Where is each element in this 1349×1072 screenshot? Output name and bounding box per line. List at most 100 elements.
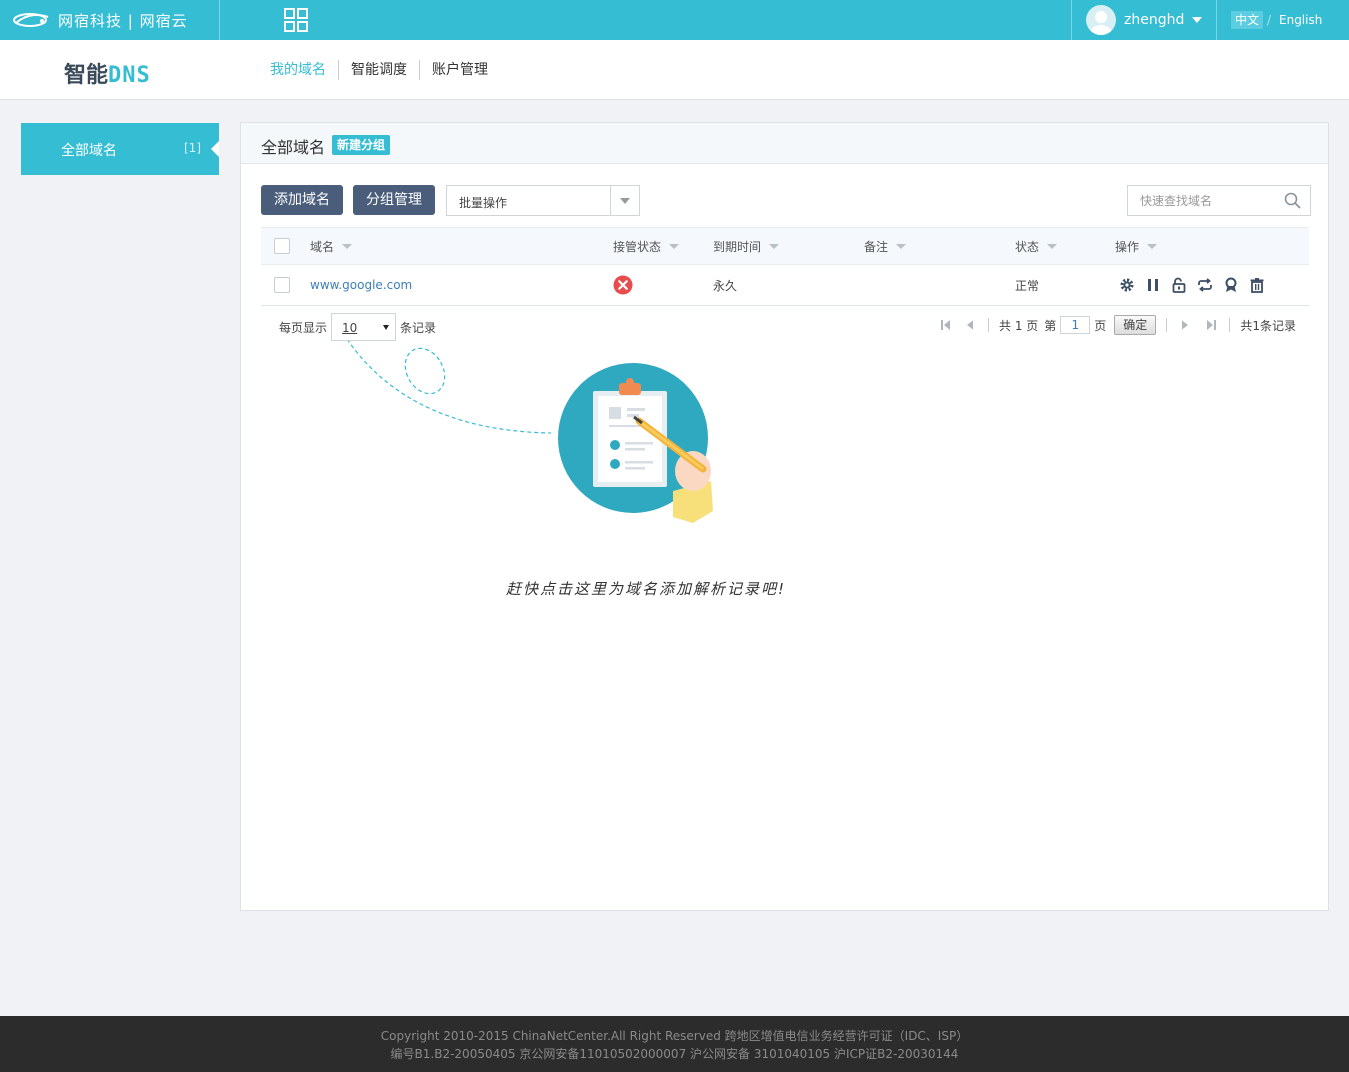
total-records: 共1条记录 xyxy=(1240,318,1296,333)
column-label: 操作 xyxy=(1115,239,1140,254)
column-label: 到期时间 xyxy=(713,239,762,254)
expire-cell: 永久 xyxy=(713,278,738,293)
sort-caret-icon xyxy=(342,243,353,249)
sort-caret-icon xyxy=(769,243,780,249)
sidebar-item-label: 全部域名 xyxy=(61,143,117,159)
column-label: 接管状态 xyxy=(613,239,662,254)
panel-title: 全部域名 xyxy=(261,138,326,157)
search-icon[interactable] xyxy=(1284,192,1302,210)
brand-suffix: DNS xyxy=(108,63,151,88)
avatar xyxy=(1086,5,1116,35)
user-menu[interactable]: zhenghd xyxy=(1086,5,1203,35)
sort-caret-icon xyxy=(896,243,907,249)
error-x-icon xyxy=(613,275,633,295)
tab-account-management[interactable]: 账户管理 xyxy=(419,60,500,80)
sort-caret-icon xyxy=(669,243,680,249)
domain-link[interactable]: www.google.com xyxy=(310,278,412,292)
column-takeover-status[interactable]: 接管状态 xyxy=(613,228,680,264)
sidebar-item-all-domains[interactable]: 全部域名 [1] xyxy=(21,123,219,175)
per-page-control: 每页显示 10 条记录 xyxy=(279,313,436,341)
search-input[interactable] xyxy=(1128,186,1278,215)
pagination: 共 1 页 第 1 页 确定 共1条记录 xyxy=(938,314,1296,336)
column-actions[interactable]: 操作 xyxy=(1115,228,1158,264)
repeat-icon[interactable] xyxy=(1197,277,1213,293)
sidebar-item-count: [1] xyxy=(184,141,201,155)
table-header: 域名 接管状态 到期时间 备注 状态 操作 xyxy=(261,227,1309,265)
nav-tabs: 我的域名 智能调度 账户管理 xyxy=(258,60,500,80)
domain-panel: 全部域名 新建分组 添加域名 分组管理 批量操作 域名 接管状态 到期时间 备注… xyxy=(240,122,1329,911)
row-checkbox[interactable] xyxy=(274,277,290,293)
pager-divider xyxy=(1166,318,1168,332)
add-domain-button[interactable]: 添加域名 xyxy=(261,185,343,215)
status-cell: 正常 xyxy=(1015,278,1040,293)
column-label: 域名 xyxy=(310,239,335,254)
active-indicator xyxy=(211,141,219,157)
clipboard-illustration-icon xyxy=(347,341,713,523)
badge-icon[interactable] xyxy=(1223,277,1239,293)
pager-divider xyxy=(1229,318,1231,332)
chevron-down-icon[interactable] xyxy=(610,186,639,215)
next-page-icon[interactable] xyxy=(1177,317,1193,333)
column-label: 状态 xyxy=(1015,239,1040,254)
per-page-label: 每页显示 xyxy=(279,320,328,335)
total-pages: 共 1 页 xyxy=(999,318,1039,333)
column-remark[interactable]: 备注 xyxy=(864,228,907,264)
column-status[interactable]: 状态 xyxy=(1015,228,1058,264)
license-text: 编号B1.B2-20050405 京公网安备11010502000007 沪公网… xyxy=(390,1047,959,1061)
trash-icon[interactable] xyxy=(1249,277,1265,293)
prev-page-icon[interactable] xyxy=(962,317,978,333)
row-select-cell xyxy=(274,265,290,305)
actions-cell xyxy=(1119,265,1265,305)
chevron-down-icon xyxy=(383,325,390,330)
settings-icon[interactable] xyxy=(1119,277,1135,293)
lang-separator: / xyxy=(1267,13,1272,27)
lang-chinese[interactable]: 中文 xyxy=(1231,11,1264,29)
column-expire-time[interactable]: 到期时间 xyxy=(713,228,780,264)
column-domain[interactable]: 域名 xyxy=(310,228,353,264)
empty-hint[interactable]: 赶快点击这里为域名添加解析记录吧! xyxy=(491,578,801,599)
topbar-divider xyxy=(219,0,220,40)
new-group-button[interactable]: 新建分组 xyxy=(332,135,391,155)
batch-action-select[interactable]: 批量操作 xyxy=(446,185,640,216)
panel-header: 全部域名 新建分组 xyxy=(241,123,1328,164)
page-prefix: 第 xyxy=(1044,318,1057,333)
per-page-value: 10 xyxy=(342,321,358,335)
page-suffix: 页 xyxy=(1094,318,1107,333)
lang-english[interactable]: English xyxy=(1279,11,1322,29)
per-page-suffix: 条记录 xyxy=(400,320,437,335)
pause-icon[interactable] xyxy=(1145,277,1161,293)
column-label: 备注 xyxy=(864,239,889,254)
first-page-icon[interactable] xyxy=(938,317,954,333)
grid-apps-icon[interactable] xyxy=(284,8,308,32)
sort-caret-icon xyxy=(1047,243,1058,249)
product-brand[interactable]: 智能DNS xyxy=(64,57,151,89)
logo-text: 网宿科技 | 网宿云 xyxy=(58,11,188,30)
page-number-input[interactable]: 1 xyxy=(1060,316,1091,334)
pager-divider xyxy=(988,318,989,332)
tab-my-domains[interactable]: 我的域名 xyxy=(258,60,338,80)
batch-action-value: 批量操作 xyxy=(459,196,508,210)
footer: Copyright 2010-2015 ChinaNetCenter.All R… xyxy=(0,1016,1349,1072)
table-row: www.google.com 永久 正常 xyxy=(261,265,1309,306)
unlock-icon[interactable] xyxy=(1171,277,1187,293)
secondary-nav: 智能DNS 我的域名 智能调度 账户管理 xyxy=(0,40,1349,100)
username: zhenghd xyxy=(1124,12,1185,28)
brand-prefix: 智能 xyxy=(64,63,109,88)
last-page-icon[interactable] xyxy=(1203,317,1219,333)
logo-mark-icon xyxy=(13,13,49,27)
per-page-select[interactable]: 10 xyxy=(331,313,397,341)
domain-search xyxy=(1127,185,1311,216)
group-manage-button[interactable]: 分组管理 xyxy=(353,185,435,215)
top-bar: 网宿科技 | 网宿云 zhenghd 中文 / English xyxy=(0,0,1349,40)
company-logo[interactable]: 网宿科技 | 网宿云 xyxy=(12,8,188,32)
chevron-down-icon xyxy=(1192,17,1203,23)
select-all-checkbox[interactable] xyxy=(274,238,290,254)
select-all-cell xyxy=(274,228,290,264)
domain-cell: www.google.com xyxy=(310,265,412,305)
sort-caret-icon xyxy=(1147,243,1158,249)
takeover-cell xyxy=(613,265,633,305)
tab-smart-dispatch[interactable]: 智能调度 xyxy=(338,60,419,80)
topbar-divider xyxy=(1071,0,1072,40)
copyright-text: Copyright 2010-2015 ChinaNetCenter.All R… xyxy=(380,1029,969,1043)
confirm-page-button[interactable]: 确定 xyxy=(1114,315,1157,335)
